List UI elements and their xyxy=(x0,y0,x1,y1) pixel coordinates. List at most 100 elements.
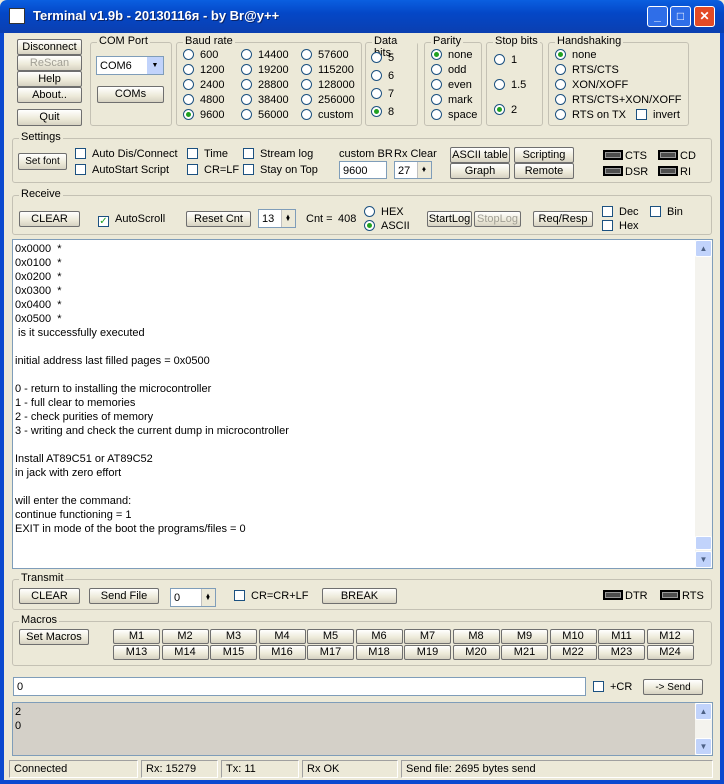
dtr-toggle[interactable]: DTR xyxy=(603,590,648,602)
spinner-arrows-icon[interactable] xyxy=(417,161,431,179)
parity-radio-odd[interactable]: odd xyxy=(431,64,466,76)
send-input[interactable]: 0 xyxy=(13,677,586,696)
macro-button-m24[interactable]: M24 xyxy=(646,645,694,660)
spinner-arrows-icon[interactable] xyxy=(281,209,295,228)
receive-terminal[interactable]: 0x0000 * 0x0100 * 0x0200 * 0x0300 * 0x0400 *… xyxy=(12,239,713,569)
parity-radio-none[interactable]: none xyxy=(431,49,472,61)
bin-checkbox[interactable]: Bin xyxy=(650,206,683,218)
baud-radio-38400[interactable]: 38400 xyxy=(241,94,289,106)
macro-button-m21[interactable]: M21 xyxy=(501,645,548,660)
about-button[interactable]: About.. xyxy=(17,87,82,103)
macro-button-m9[interactable]: M9 xyxy=(501,629,548,644)
stay-on-top-checkbox[interactable]: Stay on Top xyxy=(243,164,318,176)
macro-button-m18[interactable]: M18 xyxy=(355,645,403,660)
graph-button[interactable]: Graph xyxy=(450,163,510,179)
macro-button-m8[interactable]: M8 xyxy=(452,629,500,644)
minimize-button[interactable]: _ xyxy=(647,6,668,27)
handshaking-radio-rts-on-tx[interactable]: RTS on TX xyxy=(555,109,626,121)
handshaking-radio-none[interactable]: none xyxy=(555,49,596,61)
scroll-thumb[interactable] xyxy=(695,536,712,550)
com-port-select[interactable]: COM6 ▼ xyxy=(96,56,164,75)
data-bits-radio-7[interactable]: 7 xyxy=(371,88,394,100)
parity-radio-mark[interactable]: mark xyxy=(431,94,472,106)
macro-button-m13[interactable]: M13 xyxy=(113,645,160,660)
spinner-arrows-icon[interactable] xyxy=(201,588,215,607)
disconnect-button[interactable]: Disconnect xyxy=(17,39,82,55)
baud-radio-2400[interactable]: 2400 xyxy=(183,79,224,91)
rescan-button[interactable]: ReScan xyxy=(17,55,82,71)
macro-button-m1[interactable]: M1 xyxy=(113,629,160,644)
baud-radio-14400[interactable]: 14400 xyxy=(241,49,289,61)
set-macros-button[interactable]: Set Macros xyxy=(19,629,89,645)
data-bits-radio-6[interactable]: 6 xyxy=(371,70,394,82)
stop-bits-radio-1[interactable]: 1 xyxy=(494,54,517,66)
data-bits-radio-5[interactable]: 5 xyxy=(371,52,394,64)
ascii-table-button[interactable]: ASCII table xyxy=(450,147,510,163)
baud-radio-19200[interactable]: 19200 xyxy=(241,64,289,76)
data-bits-radio-8[interactable]: 8 xyxy=(371,106,394,118)
auto-dis-connect-checkbox[interactable]: Auto Dis/Connect xyxy=(75,148,178,160)
baud-radio-600[interactable]: 600 xyxy=(183,49,218,61)
handshaking-radio-rts-cts-xon-xoff[interactable]: RTS/CTS+XON/XOFF xyxy=(555,94,682,106)
rx-clear-spinner[interactable]: 27 xyxy=(394,161,432,179)
cr-checkbox[interactable]: +CR xyxy=(593,681,632,693)
transmit-spinner[interactable]: 0 xyxy=(170,588,216,607)
coms-button[interactable]: COMs xyxy=(97,86,164,103)
stop-bits-radio-2[interactable]: 2 xyxy=(494,104,517,116)
cr-lf-checkbox[interactable]: CR=LF xyxy=(187,164,239,176)
macro-button-m22[interactable]: M22 xyxy=(549,645,597,660)
macro-button-m12[interactable]: M12 xyxy=(646,629,694,644)
macro-button-m6[interactable]: M6 xyxy=(355,629,403,644)
macro-button-m23[interactable]: M23 xyxy=(598,645,645,660)
stop-bits-radio-1-5[interactable]: 1.5 xyxy=(494,79,526,91)
quit-button[interactable]: Quit xyxy=(17,109,82,126)
stream-log-checkbox[interactable]: Stream log xyxy=(243,148,313,160)
macro-button-m20[interactable]: M20 xyxy=(452,645,500,660)
send-button[interactable]: -> Send xyxy=(643,679,703,695)
macro-button-m19[interactable]: M19 xyxy=(404,645,451,660)
handshaking-radio-rts-cts[interactable]: RTS/CTS xyxy=(555,64,619,76)
scroll-down-icon[interactable]: ▼ xyxy=(695,551,712,568)
baud-radio-28800[interactable]: 28800 xyxy=(241,79,289,91)
macro-button-m16[interactable]: M16 xyxy=(258,645,306,660)
maximize-button[interactable]: □ xyxy=(670,6,691,27)
macro-button-m5[interactable]: M5 xyxy=(307,629,354,644)
macro-button-m7[interactable]: M7 xyxy=(404,629,451,644)
baud-radio-115200[interactable]: 115200 xyxy=(301,64,354,76)
baud-radio-1200[interactable]: 1200 xyxy=(183,64,224,76)
hex-radio[interactable]: HEX xyxy=(364,206,404,218)
close-button[interactable]: ✕ xyxy=(694,6,715,27)
transmit-clear-button[interactable]: CLEAR xyxy=(19,588,80,604)
req-resp-button[interactable]: Req/Resp xyxy=(533,211,593,227)
hex-checkbox[interactable]: Hex xyxy=(602,220,639,232)
baud-radio-4800[interactable]: 4800 xyxy=(183,94,224,106)
baud-radio-256000[interactable]: 256000 xyxy=(301,94,355,106)
help-button[interactable]: Help xyxy=(17,71,82,87)
reset-cnt-button[interactable]: Reset Cnt xyxy=(186,211,251,227)
invert-checkbox[interactable]: invert xyxy=(636,109,680,121)
startlog-button[interactable]: StartLog xyxy=(427,211,472,227)
ascii-radio[interactable]: ASCII xyxy=(364,220,410,232)
break-button[interactable]: BREAK xyxy=(322,588,397,604)
scripting-button[interactable]: Scripting xyxy=(514,147,574,163)
macro-button-m2[interactable]: M2 xyxy=(161,629,209,644)
baud-radio-128000[interactable]: 128000 xyxy=(301,79,355,91)
dec-checkbox[interactable]: Dec xyxy=(602,206,639,218)
parity-radio-even[interactable]: even xyxy=(431,79,472,91)
rts-toggle[interactable]: RTS xyxy=(660,590,704,602)
scroll-up-icon[interactable]: ▲ xyxy=(695,703,712,720)
macro-button-m11[interactable]: M11 xyxy=(598,629,645,644)
baud-radio-custom[interactable]: custom xyxy=(301,109,353,121)
scroll-up-icon[interactable]: ▲ xyxy=(695,240,712,257)
macro-button-m14[interactable]: M14 xyxy=(161,645,209,660)
scroll-down-icon[interactable]: ▼ xyxy=(695,738,712,755)
macro-button-m10[interactable]: M10 xyxy=(549,629,597,644)
sent-scrollbar[interactable]: ▲ ▼ xyxy=(695,703,712,755)
set-font-button[interactable]: Set font xyxy=(18,153,67,170)
stoplog-button[interactable]: StopLog xyxy=(474,211,521,227)
cr-cr-lf-checkbox[interactable]: CR=CR+LF xyxy=(234,590,308,602)
sent-terminal[interactable]: 20 ▲ ▼ xyxy=(12,702,713,756)
macro-button-m15[interactable]: M15 xyxy=(210,645,257,660)
macro-button-m17[interactable]: M17 xyxy=(307,645,354,660)
baud-radio-56000[interactable]: 56000 xyxy=(241,109,289,121)
